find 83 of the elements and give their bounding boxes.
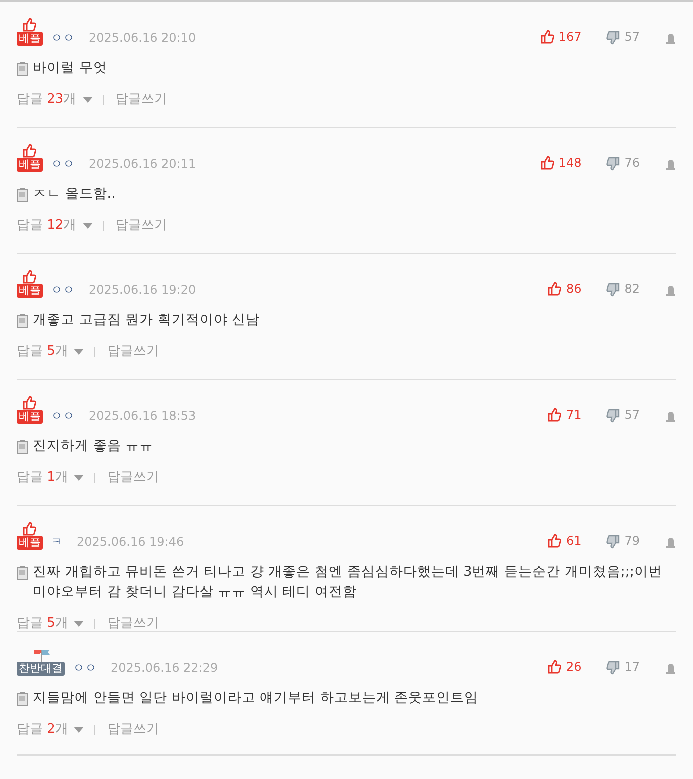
write-reply-link[interactable]: 답글쓰기 [107,342,160,362]
document-icon [17,566,28,580]
thumbs-up-icon[interactable] [547,408,562,422]
write-reply-link[interactable]: 답글쓰기 [107,468,160,488]
comment-text: 지들맘에 안들면 일단 바이럴이라고 얘기부터 하고보는게 존웃포인트임 [33,689,479,708]
report-icon[interactable] [666,33,676,44]
author-name[interactable]: ㅇㅇ [51,156,75,172]
document-icon [17,692,28,706]
dislike-count: 57 [624,407,640,424]
write-reply-link[interactable]: 답글쓰기 [116,216,168,236]
caret-icon [74,726,84,733]
badge-label: 찬반대결 [17,662,65,676]
write-reply-link[interactable]: 답글쓰기 [107,614,160,634]
document-icon [17,440,28,454]
comment-date: 2025.06.16 19:20 [89,282,196,298]
caret-icon [82,96,93,103]
report-icon[interactable] [666,159,676,170]
thumbs-down-icon[interactable] [606,408,621,422]
comment-date: 2025.06.16 18:53 [89,408,196,424]
dislike-count: 17 [624,659,640,676]
thumbs-up-icon[interactable] [22,396,38,410]
comment-text: 진짜 개힙하고 뮤비돈 쓴거 티나고 걍 개좋은 첨엔 좀심심하다했는데 3번째 듣는순간 개미쳤음;;;이번 미야오부터 감 찾더니 감다살 ㅠㅠ 역시 테디 여전함 [33,563,664,602]
document-icon [17,188,28,202]
thumbs-down-icon[interactable] [606,156,621,170]
like-count: 26 [566,659,582,676]
author-name[interactable]: ㅇㅇ [73,660,97,676]
thumbs-up-icon[interactable] [540,156,555,170]
thumbs-up-icon[interactable] [540,30,555,44]
comment-text: 바이럴 무엇 [33,59,108,78]
write-reply-link[interactable]: 답글쓰기 [107,720,160,740]
thumbs-up-icon[interactable] [547,660,562,674]
badge-label: 베플 [17,284,43,298]
caret-icon [74,620,84,627]
like-count: 167 [558,29,582,46]
like-count: 148 [558,155,582,172]
thumbs-up-icon[interactable] [22,144,38,158]
comment-date: 2025.06.16 20:10 [89,30,196,46]
thumbs-down-icon[interactable] [606,534,621,548]
report-icon[interactable] [666,663,676,674]
comment-text: 개좋고 고급짐 뭔가 획기적이야 신남 [33,311,260,330]
report-icon[interactable] [666,285,676,296]
badge-label: 베플 [17,32,43,46]
thumbs-up-icon[interactable] [22,522,38,536]
reply-count-toggle[interactable]: 답글 5개 [17,614,68,634]
thumbs-down-icon[interactable] [606,30,621,44]
thumbs-down-icon[interactable] [606,660,621,674]
comment-text: 진지하게 좋음 ㅠㅠ [33,437,154,456]
reply-count-toggle[interactable]: 답글 1개 [17,468,68,488]
comment-date: 2025.06.16 20:11 [89,156,196,172]
caret-icon [82,222,93,229]
like-count: 61 [566,533,582,550]
badge-label: 베플 [17,158,43,172]
thumbs-up-icon[interactable] [547,534,562,548]
like-count: 86 [566,281,582,298]
reply-count-toggle[interactable]: 답글 12개 [17,216,77,236]
like-count: 71 [566,407,582,424]
report-icon[interactable] [666,411,676,422]
comment-date: 2025.06.16 22:29 [111,660,218,676]
dislike-count: 82 [624,281,640,298]
document-icon [17,314,28,328]
badge-label: 베플 [17,536,43,550]
author-name[interactable]: ㅇㅇ [51,408,75,424]
dislike-count: 76 [624,155,640,172]
reply-count-toggle[interactable]: 답글 5개 [17,342,68,362]
dislike-count: 57 [624,29,640,46]
thumbs-up-icon[interactable] [22,270,38,284]
comment-date: 2025.06.16 19:46 [77,534,184,550]
document-icon [17,62,28,76]
write-reply-link[interactable]: 답글쓰기 [116,90,168,110]
dislike-count: 79 [624,533,640,550]
badge-label: 베플 [17,410,43,424]
thumbs-up-icon[interactable] [22,18,38,32]
author-name[interactable]: ㅋ [51,534,63,550]
report-icon[interactable] [666,537,676,548]
caret-icon [74,474,84,481]
reply-count-toggle[interactable]: 답글 23개 [17,90,77,110]
author-name[interactable]: ㅇㅇ [51,282,75,298]
comment-text: ㅈㄴ 올드함.. [33,185,116,204]
thumbs-down-icon[interactable] [606,282,621,296]
caret-icon [74,348,84,355]
author-name[interactable]: ㅇㅇ [51,30,75,46]
thumbs-up-icon[interactable] [547,282,562,296]
reply-count-toggle[interactable]: 답글 2개 [17,720,68,740]
